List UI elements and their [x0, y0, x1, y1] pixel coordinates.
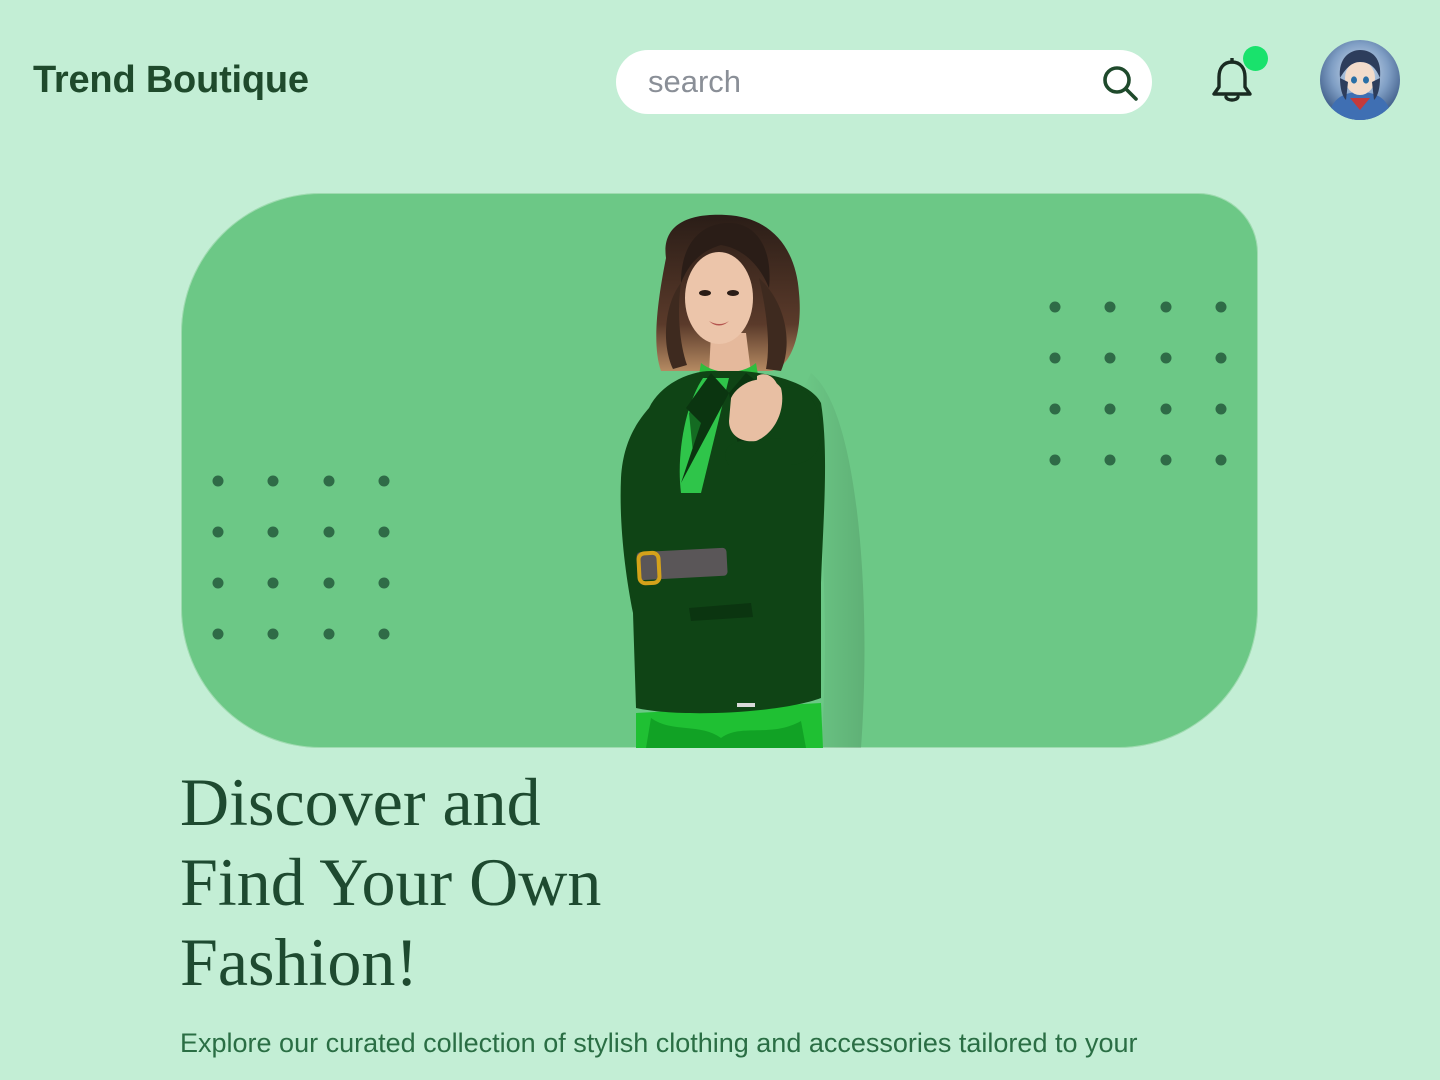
search-icon[interactable]: [1100, 63, 1140, 103]
avatar-image: [1320, 40, 1400, 120]
brand-logo-text[interactable]: Trend Boutique: [33, 59, 309, 102]
site-header: Trend Boutique: [0, 0, 1440, 160]
headline-line-2: Find Your Own: [180, 844, 602, 920]
headline-line-3: Fashion!: [180, 924, 418, 1000]
hero-model-image: [620, 214, 865, 748]
search-bar[interactable]: [616, 50, 1152, 114]
hero-subtitle: Explore our curated collection of stylis…: [180, 1028, 1138, 1058]
search-input[interactable]: [648, 50, 1078, 114]
avatar[interactable]: [1320, 40, 1400, 120]
hero-banner: [181, 193, 1258, 748]
notification-dot: [1243, 46, 1268, 71]
headline-line-1: Discover and: [180, 764, 541, 840]
hero-headline: Discover and Find Your Own Fashion!: [180, 762, 700, 1002]
